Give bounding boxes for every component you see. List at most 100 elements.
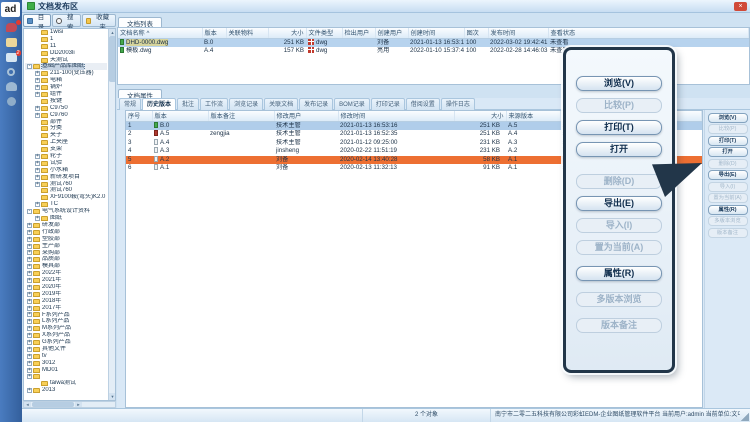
tree-item[interactable]: - 基础产品库图纸 [25,63,107,70]
expand-toggle-icon[interactable]: + [27,361,32,366]
doc-column-header[interactable]: 文档名称 ^ [118,28,202,38]
tree-item[interactable]: 测试760 [25,187,107,194]
expand-toggle-icon[interactable]: + [27,271,32,276]
expand-toggle-icon[interactable]: + [27,244,32,249]
tree-item[interactable]: + M系列产品 [25,325,107,332]
sidebar-tab[interactable]: 搜索 [52,14,80,27]
history-column-header[interactable]: 修改时间 [338,111,454,121]
tree-item[interactable]: + G系列产品 [25,339,107,346]
tree-item[interactable]: 部件 [25,119,107,126]
action-menu-button[interactable]: 置为当前(A) [576,240,662,255]
tree-item[interactable]: 分类 [25,125,107,132]
version-action-button[interactable]: 打印(T) [708,136,748,146]
tree-item[interactable]: + X系列产品 [25,332,107,339]
history-column-header[interactable]: 大小 [454,111,506,121]
expand-toggle-icon[interactable]: + [27,223,32,228]
tree-item[interactable]: 11 [25,43,107,50]
expand-toggle-icon[interactable]: + [27,250,32,255]
expand-toggle-icon[interactable]: + [35,106,40,111]
tree-item[interactable]: + 3012 [25,360,107,367]
history-column-header[interactable]: 版本备注 [208,111,274,121]
version-action-button[interactable]: 比较(P) [708,124,748,134]
tree-item[interactable]: + 试验 [25,160,107,167]
expand-toggle-icon[interactable]: + [35,182,40,187]
tree-item[interactable]: + 生产部 [25,243,107,250]
doc-column-header[interactable]: 发布时间 [488,28,548,38]
expand-toggle-icon[interactable]: + [27,230,32,235]
version-action-button[interactable]: 打开 [708,147,748,157]
tree-item[interactable]: - 电气系统设计资料 [25,208,107,215]
scroll-right-icon[interactable]: ► [75,402,82,407]
property-tab[interactable]: 操作日志 [441,98,475,110]
tree-horizontal-scrollbar[interactable]: ◄ ► [23,401,116,408]
doc-column-header[interactable]: 文件类型 [306,28,342,38]
scroll-thumb[interactable] [109,36,116,82]
sidebar-tab[interactable]: 收藏夹 [82,14,117,27]
tree-item[interactable]: + F系列产品 [25,312,107,319]
tree-item[interactable]: + 采购部 [25,250,107,257]
doc-column-header[interactable]: 图次 [464,28,488,38]
expand-toggle-icon[interactable]: + [27,354,32,359]
expand-toggle-icon[interactable]: + [27,278,32,283]
action-menu-button[interactable]: 导入(I) [576,218,662,233]
expand-toggle-icon[interactable]: + [27,306,32,311]
property-tab[interactable]: 打印记录 [371,98,405,110]
action-menu-button[interactable]: 打开 [576,142,662,157]
tree-item[interactable]: + 小水箱 [25,167,107,174]
version-action-button[interactable]: 导出(E) [708,170,748,180]
expand-toggle-icon[interactable]: + [27,388,32,393]
expand-toggle-icon[interactable]: + [35,216,40,221]
action-menu-button[interactable]: 属性(R) [576,266,662,281]
document-row[interactable]: DHD-0000.dwg B.0 251 KB dwg 刘备 2021-01-1… [118,38,749,47]
expand-toggle-icon[interactable]: + [27,312,32,317]
close-button[interactable]: × [734,2,747,11]
tree-item[interactable]: + 测试760 [25,181,107,188]
tree-item[interactable]: + 图纸 [25,215,107,222]
tree-item[interactable]: + 2022年 [25,270,107,277]
expand-toggle-icon[interactable]: + [35,113,40,118]
tree-item[interactable]: + 组件 [25,91,107,98]
tree-item[interactable]: 按键 [25,98,107,105]
expand-toggle-icon[interactable]: + [27,257,32,262]
doc-name-cell[interactable]: DHD-0000.dwg [118,38,202,47]
doc-column-header[interactable]: 创建用户 [375,28,408,38]
version-action-button[interactable]: 多版本浏览 [708,216,748,226]
tree-item[interactable]: 支架 [25,146,107,153]
resize-grip[interactable] [740,412,749,421]
expand-toggle-icon[interactable]: + [27,368,32,373]
property-tab[interactable]: 借阅设置 [406,98,440,110]
tree-item[interactable]: + 行政部 [25,229,107,236]
doc-column-header[interactable]: 关联物料 [226,28,268,38]
history-column-header[interactable]: 修改用户 [274,111,338,121]
tree-vertical-scrollbar[interactable]: ▲ ▼ [108,29,115,400]
action-menu-button[interactable]: 删除(D) [576,174,662,189]
property-tab[interactable]: 浏览记录 [229,98,263,110]
expand-toggle-icon[interactable]: + [35,85,40,90]
expand-toggle-icon[interactable]: + [27,374,32,379]
tree-item[interactable]: 上夹座 [25,139,107,146]
tree-item[interactable]: + 211-100(变压器) [25,70,107,77]
tree-item[interactable]: + 品质部 [25,256,107,263]
expand-toggle-icon[interactable]: - [27,64,32,69]
tree-item[interactable]: + 2021年 [25,277,107,284]
tree-item[interactable]: + 2013 [25,387,107,394]
version-action-button[interactable]: 浏览(V) [708,113,748,123]
tree-item[interactable]: + tv [25,353,107,360]
tree-item[interactable]: + 模具部 [25,263,107,270]
expand-toggle-icon[interactable]: + [35,71,40,76]
property-tab[interactable]: 工作流 [200,98,228,110]
expand-toggle-icon[interactable]: + [27,237,32,242]
action-menu-button[interactable]: 打印(T) [576,120,662,135]
tree-item[interactable]: + 新研发项目 [25,174,107,181]
property-tab[interactable]: 常规 [119,98,141,110]
doc-column-header[interactable]: 版本 [202,28,226,38]
action-menu-button[interactable]: 导出(E) [576,196,662,211]
history-column-header[interactable]: 序号 [126,111,152,121]
property-tab[interactable]: 历史版本 [142,98,176,110]
action-menu-button[interactable]: 比较(P) [576,98,662,113]
doc-column-header[interactable]: 查看状态 [548,28,749,38]
expand-toggle-icon[interactable]: + [27,285,32,290]
sync-icon[interactable] [7,68,15,76]
tree-item[interactable]: + 锅炉 [25,84,107,91]
tree-item[interactable]: taiwa测试 [25,380,107,387]
